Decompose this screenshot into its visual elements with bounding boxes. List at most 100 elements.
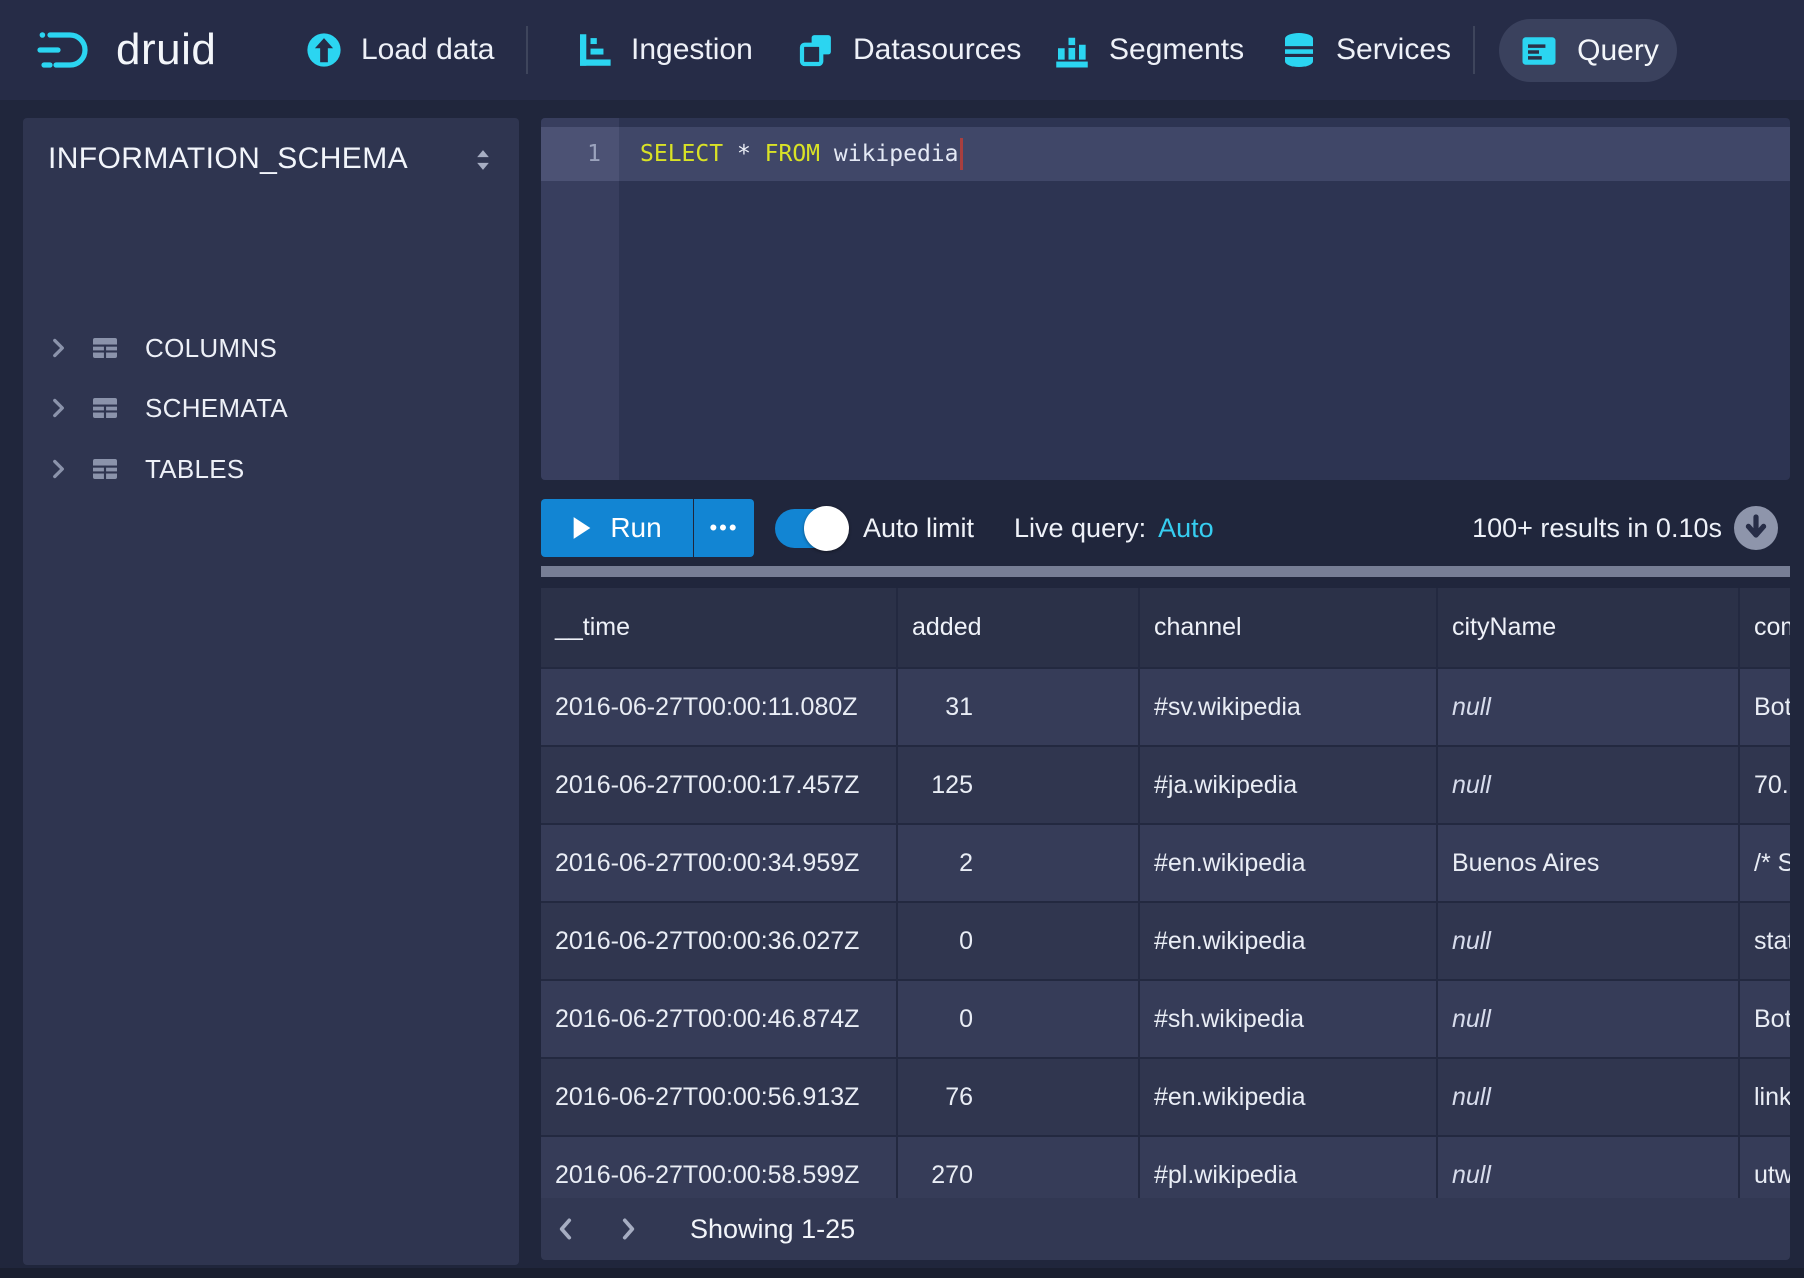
table-cell[interactable]: 2 [898, 825, 1140, 901]
download-button[interactable] [1732, 504, 1780, 552]
column-header[interactable]: added [898, 588, 1140, 667]
table-cell[interactable]: utw [1740, 1137, 1790, 1198]
table-row: 2016-06-27T00:00:11.080Z31#sv.wikipedian… [541, 667, 1790, 745]
run-more-button[interactable]: ••• [694, 499, 754, 557]
sidebar-item-columns[interactable]: COLUMNS [23, 318, 519, 378]
auto-limit-toggle[interactable] [775, 509, 847, 548]
table-cell[interactable]: null [1438, 1137, 1740, 1198]
sidebar-item-tables[interactable]: TABLES [23, 439, 519, 499]
table-cell[interactable]: null [1438, 747, 1740, 823]
sql-operator: * [723, 141, 765, 167]
table-cell[interactable]: Bot [1740, 669, 1790, 745]
nav-item-services[interactable]: Services [1278, 0, 1451, 100]
play-icon [572, 516, 592, 540]
table-cell[interactable]: 2016-06-27T00:00:34.959Z [541, 825, 898, 901]
sql-keyword: SELECT [640, 141, 723, 167]
table-cell[interactable]: Buenos Aires [1438, 825, 1740, 901]
nav-item-load-data[interactable]: Load data [303, 0, 494, 100]
table-cell[interactable]: /* S [1740, 825, 1790, 901]
table-cell[interactable]: #en.wikipedia [1140, 825, 1438, 901]
table-cell[interactable]: 76 [898, 1059, 1140, 1135]
auto-limit-label: Auto limit [863, 499, 974, 557]
sql-query-text[interactable]: SELECT * FROM wikipedia [640, 127, 963, 181]
run-button[interactable]: Run [541, 499, 693, 557]
live-query-value[interactable]: Auto [1158, 513, 1214, 544]
table-cell[interactable]: #sh.wikipedia [1140, 981, 1438, 1057]
table-cell[interactable]: 2016-06-27T00:00:56.913Z [541, 1059, 898, 1135]
query-icon [1517, 29, 1561, 73]
services-icon [1278, 29, 1320, 71]
table-row: 2016-06-27T00:00:46.874Z0#sh.wikipedianu… [541, 979, 1790, 1057]
previous-page-button[interactable] [553, 1198, 601, 1260]
bottom-edge [0, 1268, 1804, 1278]
table-cell[interactable]: 2016-06-27T00:00:46.874Z [541, 981, 898, 1057]
double-caret-vertical-icon [469, 146, 497, 174]
chevron-right-icon [615, 1216, 641, 1242]
line-number: 1 [541, 127, 601, 181]
run-label: Run [610, 512, 661, 544]
table-cell[interactable]: stat [1740, 903, 1790, 979]
nav-item-ingestion[interactable]: Ingestion [573, 0, 753, 100]
table-cell[interactable]: Bot [1740, 981, 1790, 1057]
column-header[interactable]: com [1740, 588, 1790, 667]
nav-label-datasources: Datasources [853, 33, 1021, 67]
nav-item-datasources[interactable]: Datasources [795, 0, 1021, 100]
nav-label-services: Services [1336, 33, 1451, 67]
top-nav: druid Load data Ingestion Dat [0, 0, 1804, 100]
next-page-button[interactable] [615, 1198, 663, 1260]
nav-separator [526, 26, 528, 74]
chevron-left-icon [553, 1216, 579, 1242]
table-cell[interactable]: 0 [898, 981, 1140, 1057]
nav-item-segments[interactable]: Segments [1051, 0, 1244, 100]
table-header-row: __timeaddedchannelcityNamecom [541, 588, 1790, 667]
nav-item-query[interactable]: Query [1499, 19, 1677, 82]
table-cell[interactable]: 2016-06-27T00:00:11.080Z [541, 669, 898, 745]
column-header[interactable]: __time [541, 588, 898, 667]
sidebar-item-label: TABLES [145, 454, 245, 485]
toggle-knob [804, 506, 849, 551]
druid-console: druid Load data Ingestion Dat [0, 0, 1804, 1278]
table-row: 2016-06-27T00:00:34.959Z2#en.wikipediaBu… [541, 823, 1790, 901]
chevron-right-icon [45, 456, 71, 482]
druid-logo[interactable]: druid [36, 0, 216, 100]
nav-label-ingestion: Ingestion [631, 33, 753, 67]
sql-keyword: FROM [765, 141, 820, 167]
table-cell[interactable]: null [1438, 903, 1740, 979]
table-row: 2016-06-27T00:00:17.457Z125#ja.wikipedia… [541, 745, 1790, 823]
table-cell[interactable]: 125 [898, 747, 1140, 823]
table-cell[interactable]: 2016-06-27T00:00:36.027Z [541, 903, 898, 979]
table-cell[interactable]: #en.wikipedia [1140, 1059, 1438, 1135]
sidebar-item-schemata[interactable]: SCHEMATA [23, 378, 519, 438]
table-cell[interactable]: 2016-06-27T00:00:17.457Z [541, 747, 898, 823]
table-cell[interactable]: 2016-06-27T00:00:58.599Z [541, 1137, 898, 1198]
live-query-label: Live query: [1014, 513, 1146, 544]
druid-logo-icon [36, 26, 102, 74]
schema-selector[interactable]: INFORMATION_SCHEMA [23, 118, 519, 188]
table-cell[interactable]: null [1438, 1059, 1740, 1135]
column-header[interactable]: cityName [1438, 588, 1740, 667]
table-cell[interactable]: #pl.wikipedia [1140, 1137, 1438, 1198]
table-cell[interactable]: null [1438, 981, 1740, 1057]
table-body: 2016-06-27T00:00:11.080Z31#sv.wikipedian… [541, 667, 1790, 1198]
pane-resizer[interactable] [541, 566, 1790, 577]
chevron-right-icon [45, 335, 71, 361]
table-cell[interactable]: #sv.wikipedia [1140, 669, 1438, 745]
table-cell[interactable]: null [1438, 669, 1740, 745]
pagination-label: Showing 1-25 [690, 1198, 855, 1260]
load-data-icon [303, 29, 345, 71]
table-cell[interactable]: 31 [898, 669, 1140, 745]
table-cell[interactable]: 70. [1740, 747, 1790, 823]
sql-editor[interactable]: 1 SELECT * FROM wikipedia [541, 118, 1790, 480]
table-cell[interactable]: 0 [898, 903, 1140, 979]
text-cursor [960, 138, 963, 170]
table-cell[interactable]: link [1740, 1059, 1790, 1135]
nav-label-load-data: Load data [361, 33, 494, 67]
nav-label-segments: Segments [1109, 33, 1244, 67]
table-cell[interactable]: #ja.wikipedia [1140, 747, 1438, 823]
column-header[interactable]: channel [1140, 588, 1438, 667]
sidebar-item-label: COLUMNS [145, 333, 277, 364]
table-cell[interactable]: 270 [898, 1137, 1140, 1198]
datasources-icon [795, 29, 837, 71]
ingestion-icon [573, 29, 615, 71]
table-cell[interactable]: #en.wikipedia [1140, 903, 1438, 979]
